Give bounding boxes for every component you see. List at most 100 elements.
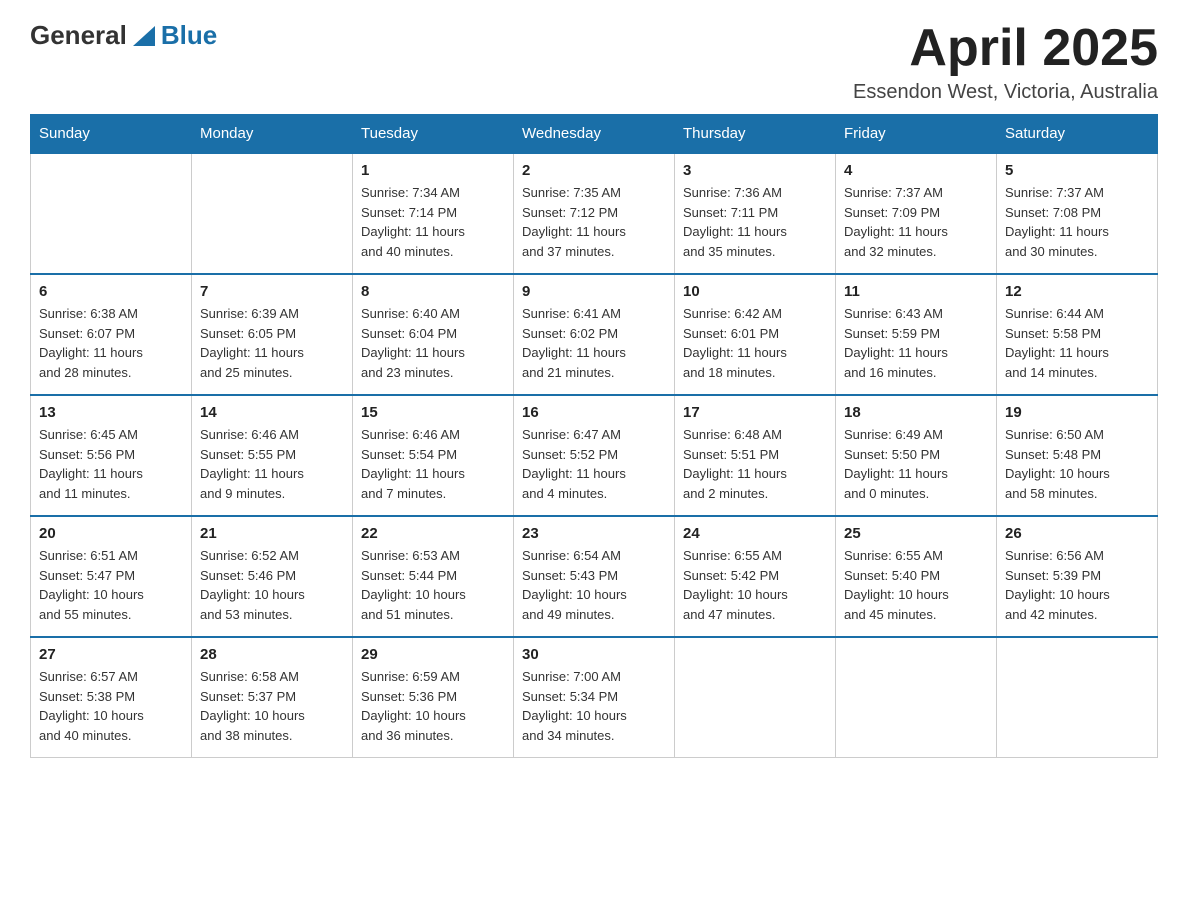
day-info: Sunrise: 6:53 AMSunset: 5:44 PMDaylight:… bbox=[361, 546, 505, 624]
day-info: Sunrise: 6:55 AMSunset: 5:42 PMDaylight:… bbox=[683, 546, 827, 624]
calendar-cell bbox=[997, 637, 1158, 758]
day-info: Sunrise: 7:37 AMSunset: 7:09 PMDaylight:… bbox=[844, 183, 988, 261]
day-number: 5 bbox=[1005, 162, 1149, 179]
calendar-week-row: 27 Sunrise: 6:57 AMSunset: 5:38 PMDayligh… bbox=[31, 637, 1158, 758]
day-number: 25 bbox=[844, 525, 988, 542]
day-number: 27 bbox=[39, 646, 183, 663]
calendar-cell: 9 Sunrise: 6:41 AMSunset: 6:02 PMDaylight… bbox=[514, 274, 675, 395]
day-info: Sunrise: 7:35 AMSunset: 7:12 PMDaylight:… bbox=[522, 183, 666, 261]
calendar-week-row: 1 Sunrise: 7:34 AMSunset: 7:14 PMDaylight… bbox=[31, 153, 1158, 274]
calendar-header-monday: Monday bbox=[192, 115, 353, 154]
day-info: Sunrise: 6:59 AMSunset: 5:36 PMDaylight:… bbox=[361, 667, 505, 745]
calendar-header-thursday: Thursday bbox=[675, 115, 836, 154]
day-info: Sunrise: 6:48 AMSunset: 5:51 PMDaylight:… bbox=[683, 425, 827, 503]
day-info: Sunrise: 6:39 AMSunset: 6:05 PMDaylight:… bbox=[200, 304, 344, 382]
day-info: Sunrise: 7:00 AMSunset: 5:34 PMDaylight:… bbox=[522, 667, 666, 745]
calendar-cell: 8Sunrise: 6:40 AMSunset: 6:04 PMDaylight… bbox=[353, 274, 514, 395]
calendar-cell: 10Sunrise: 6:42 AMSunset: 6:01 PMDayligh… bbox=[675, 274, 836, 395]
calendar-week-row: 20Sunrise: 6:51 AMSunset: 5:47 PMDayligh… bbox=[31, 516, 1158, 637]
calendar-cell bbox=[31, 153, 192, 274]
day-info: Sunrise: 6:43 AMSunset: 5:59 PMDaylight:… bbox=[844, 304, 988, 382]
calendar-cell: 19 Sunrise: 6:50 AMSunset: 5:48 PMDayligh… bbox=[997, 395, 1158, 516]
calendar-cell bbox=[836, 637, 997, 758]
calendar-cell: 7Sunrise: 6:39 AMSunset: 6:05 PMDaylight… bbox=[192, 274, 353, 395]
day-info: Sunrise: 7:34 AMSunset: 7:14 PMDaylight:… bbox=[361, 183, 505, 261]
calendar-cell: 17 Sunrise: 6:48 AMSunset: 5:51 PMDayligh… bbox=[675, 395, 836, 516]
calendar-cell bbox=[675, 637, 836, 758]
day-info: Sunrise: 6:46 AMSunset: 5:54 PMDaylight:… bbox=[361, 425, 505, 503]
day-number: 3 bbox=[683, 162, 827, 179]
day-number: 17 bbox=[683, 404, 827, 421]
calendar-cell: 6Sunrise: 6:38 AMSunset: 6:07 PMDaylight… bbox=[31, 274, 192, 395]
calendar-cell: 15 Sunrise: 6:46 AMSunset: 5:54 PMDayligh… bbox=[353, 395, 514, 516]
day-info: Sunrise: 6:41 AMSunset: 6:02 PMDaylight:… bbox=[522, 304, 666, 382]
day-number: 1 bbox=[361, 162, 505, 179]
calendar-cell: 11 Sunrise: 6:43 AMSunset: 5:59 PMDayligh… bbox=[836, 274, 997, 395]
page-header: General Blue April 2025 Essendon West, V… bbox=[30, 20, 1158, 104]
logo: General Blue bbox=[30, 20, 217, 51]
day-info: Sunrise: 6:56 AMSunset: 5:39 PMDaylight:… bbox=[1005, 546, 1149, 624]
day-info: Sunrise: 6:58 AMSunset: 5:37 PMDaylight:… bbox=[200, 667, 344, 745]
day-info: Sunrise: 6:57 AMSunset: 5:38 PMDaylight:… bbox=[39, 667, 183, 745]
day-info: Sunrise: 7:37 AMSunset: 7:08 PMDaylight:… bbox=[1005, 183, 1149, 261]
month-title: April 2025 bbox=[853, 20, 1158, 77]
calendar-week-row: 6Sunrise: 6:38 AMSunset: 6:07 PMDaylight… bbox=[31, 274, 1158, 395]
title-section: April 2025 Essendon West, Victoria, Aust… bbox=[853, 20, 1158, 104]
calendar-cell: 28 Sunrise: 6:58 AMSunset: 5:37 PMDayligh… bbox=[192, 637, 353, 758]
day-number: 18 bbox=[844, 404, 988, 421]
calendar-cell: 12 Sunrise: 6:44 AMSunset: 5:58 PMDayligh… bbox=[997, 274, 1158, 395]
calendar-cell: 26Sunrise: 6:56 AMSunset: 5:39 PMDayligh… bbox=[997, 516, 1158, 637]
calendar-cell: 18 Sunrise: 6:49 AMSunset: 5:50 PMDayligh… bbox=[836, 395, 997, 516]
day-number: 8 bbox=[361, 283, 505, 300]
day-number: 10 bbox=[683, 283, 827, 300]
calendar-header-saturday: Saturday bbox=[997, 115, 1158, 154]
day-info: Sunrise: 6:47 AMSunset: 5:52 PMDaylight:… bbox=[522, 425, 666, 503]
location-subtitle: Essendon West, Victoria, Australia bbox=[853, 81, 1158, 104]
day-info: Sunrise: 6:54 AMSunset: 5:43 PMDaylight:… bbox=[522, 546, 666, 624]
day-number: 12 bbox=[1005, 283, 1149, 300]
day-number: 9 bbox=[522, 283, 666, 300]
day-info: Sunrise: 6:50 AMSunset: 5:48 PMDaylight:… bbox=[1005, 425, 1149, 503]
day-number: 13 bbox=[39, 404, 183, 421]
calendar-cell: 5 Sunrise: 7:37 AMSunset: 7:08 PMDaylight… bbox=[997, 153, 1158, 274]
calendar-cell: 30 Sunrise: 7:00 AMSunset: 5:34 PMDayligh… bbox=[514, 637, 675, 758]
logo-text-general: General bbox=[30, 20, 127, 51]
calendar-cell: 27 Sunrise: 6:57 AMSunset: 5:38 PMDayligh… bbox=[31, 637, 192, 758]
calendar-cell: 24Sunrise: 6:55 AMSunset: 5:42 PMDayligh… bbox=[675, 516, 836, 637]
day-info: Sunrise: 6:45 AMSunset: 5:56 PMDaylight:… bbox=[39, 425, 183, 503]
day-number: 29 bbox=[361, 646, 505, 663]
day-info: Sunrise: 6:44 AMSunset: 5:58 PMDaylight:… bbox=[1005, 304, 1149, 382]
calendar-cell: 3Sunrise: 7:36 AMSunset: 7:11 PMDaylight… bbox=[675, 153, 836, 274]
calendar-header-tuesday: Tuesday bbox=[353, 115, 514, 154]
calendar-cell: 21 Sunrise: 6:52 AMSunset: 5:46 PMDayligh… bbox=[192, 516, 353, 637]
logo-triangle-icon bbox=[133, 26, 155, 46]
day-number: 15 bbox=[361, 404, 505, 421]
day-number: 21 bbox=[200, 525, 344, 542]
calendar-cell: 16Sunrise: 6:47 AMSunset: 5:52 PMDayligh… bbox=[514, 395, 675, 516]
day-info: Sunrise: 6:52 AMSunset: 5:46 PMDaylight:… bbox=[200, 546, 344, 624]
day-info: Sunrise: 6:55 AMSunset: 5:40 PMDaylight:… bbox=[844, 546, 988, 624]
calendar-cell: 23Sunrise: 6:54 AMSunset: 5:43 PMDayligh… bbox=[514, 516, 675, 637]
calendar-cell: 4 Sunrise: 7:37 AMSunset: 7:09 PMDaylight… bbox=[836, 153, 997, 274]
calendar-header-sunday: Sunday bbox=[31, 115, 192, 154]
day-number: 30 bbox=[522, 646, 666, 663]
day-number: 4 bbox=[844, 162, 988, 179]
logo-text-blue: Blue bbox=[161, 20, 217, 51]
day-number: 6 bbox=[39, 283, 183, 300]
calendar-cell: 2Sunrise: 7:35 AMSunset: 7:12 PMDaylight… bbox=[514, 153, 675, 274]
day-info: Sunrise: 6:51 AMSunset: 5:47 PMDaylight:… bbox=[39, 546, 183, 624]
day-info: Sunrise: 6:46 AMSunset: 5:55 PMDaylight:… bbox=[200, 425, 344, 503]
calendar-header-wednesday: Wednesday bbox=[514, 115, 675, 154]
day-number: 14 bbox=[200, 404, 344, 421]
calendar-cell: 25 Sunrise: 6:55 AMSunset: 5:40 PMDayligh… bbox=[836, 516, 997, 637]
day-number: 28 bbox=[200, 646, 344, 663]
calendar-cell: 13 Sunrise: 6:45 AMSunset: 5:56 PMDayligh… bbox=[31, 395, 192, 516]
calendar-cell bbox=[192, 153, 353, 274]
calendar-cell: 1 Sunrise: 7:34 AMSunset: 7:14 PMDaylight… bbox=[353, 153, 514, 274]
calendar-header-row: SundayMondayTuesdayWednesdayThursdayFrid… bbox=[31, 115, 1158, 154]
calendar-table: SundayMondayTuesdayWednesdayThursdayFrid… bbox=[30, 114, 1158, 758]
day-info: Sunrise: 6:49 AMSunset: 5:50 PMDaylight:… bbox=[844, 425, 988, 503]
day-number: 11 bbox=[844, 283, 988, 300]
day-number: 19 bbox=[1005, 404, 1149, 421]
calendar-cell: 29 Sunrise: 6:59 AMSunset: 5:36 PMDayligh… bbox=[353, 637, 514, 758]
